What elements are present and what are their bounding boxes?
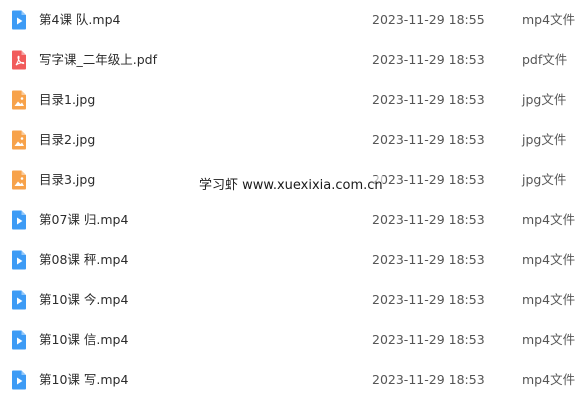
file-date: 2023-11-29 18:53: [372, 292, 485, 307]
video-file-icon: [10, 330, 28, 350]
file-date: 2023-11-29 18:53: [372, 172, 485, 187]
file-type: jpg文件: [522, 92, 567, 107]
file-row[interactable]: 第08课 秤.mp4 2023-11-29 18:53 mp4文件: [0, 240, 585, 280]
file-type: mp4文件: [522, 372, 576, 387]
file-date: 2023-11-29 18:53: [372, 52, 485, 67]
file-name: 目录3.jpg: [39, 172, 96, 187]
file-row[interactable]: 第07课 归.mp4 2023-11-29 18:53 mp4文件: [0, 200, 585, 240]
file-type: mp4文件: [522, 252, 576, 267]
file-type: mp4文件: [522, 332, 576, 347]
file-name: 第07课 归.mp4: [39, 212, 129, 227]
file-date: 2023-11-29 18:53: [372, 132, 485, 147]
file-type: jpg文件: [522, 172, 567, 187]
watermark: 学习虾 www.xuexixia.com.cn: [199, 176, 383, 196]
file-date: 2023-11-29 18:53: [372, 92, 485, 107]
file-type: mp4文件: [522, 292, 576, 307]
file-type: jpg文件: [522, 132, 567, 147]
file-row[interactable]: 第10课 信.mp4 2023-11-29 18:53 mp4文件: [0, 320, 585, 360]
video-file-icon: [10, 250, 28, 270]
file-row[interactable]: 目录2.jpg 2023-11-29 18:53 jpg文件: [0, 120, 585, 160]
file-name: 第10课 写.mp4: [39, 372, 129, 387]
file-date: 2023-11-29 18:53: [372, 372, 485, 387]
video-file-icon: [10, 370, 28, 390]
file-type: mp4文件: [522, 12, 576, 27]
video-file-icon: [10, 210, 28, 230]
file-name: 第4课 队.mp4: [39, 12, 121, 27]
file-date: 2023-11-29 18:53: [372, 212, 485, 227]
file-date: 2023-11-29 18:53: [372, 252, 485, 267]
video-file-icon: [10, 10, 28, 30]
image-file-icon: [10, 90, 28, 110]
file-name: 第10课 今.mp4: [39, 292, 129, 307]
image-file-icon: [10, 130, 28, 150]
file-row[interactable]: 目录1.jpg 2023-11-29 18:53 jpg文件: [0, 80, 585, 120]
pdf-file-icon: [10, 50, 28, 70]
file-type: mp4文件: [522, 212, 576, 227]
file-row[interactable]: 第4课 队.mp4 2023-11-29 18:55 mp4文件: [0, 0, 585, 40]
file-name: 第08课 秤.mp4: [39, 252, 129, 267]
file-name: 写字课_二年级上.pdf: [39, 52, 157, 67]
file-date: 2023-11-29 18:53: [372, 332, 485, 347]
file-date: 2023-11-29 18:55: [372, 12, 485, 27]
file-type: pdf文件: [522, 52, 568, 67]
file-row[interactable]: 第10课 今.mp4 2023-11-29 18:53 mp4文件: [0, 280, 585, 320]
file-name: 目录1.jpg: [39, 92, 96, 107]
file-row[interactable]: 写字课_二年级上.pdf 2023-11-29 18:53 pdf文件: [0, 40, 585, 80]
image-file-icon: [10, 170, 28, 190]
file-name: 目录2.jpg: [39, 132, 96, 147]
file-list: 第4课 队.mp4 2023-11-29 18:55 mp4文件 写字课_二年级…: [0, 0, 585, 396]
file-name: 第10课 信.mp4: [39, 332, 129, 347]
file-row[interactable]: 第10课 写.mp4 2023-11-29 18:53 mp4文件: [0, 360, 585, 400]
video-file-icon: [10, 290, 28, 310]
